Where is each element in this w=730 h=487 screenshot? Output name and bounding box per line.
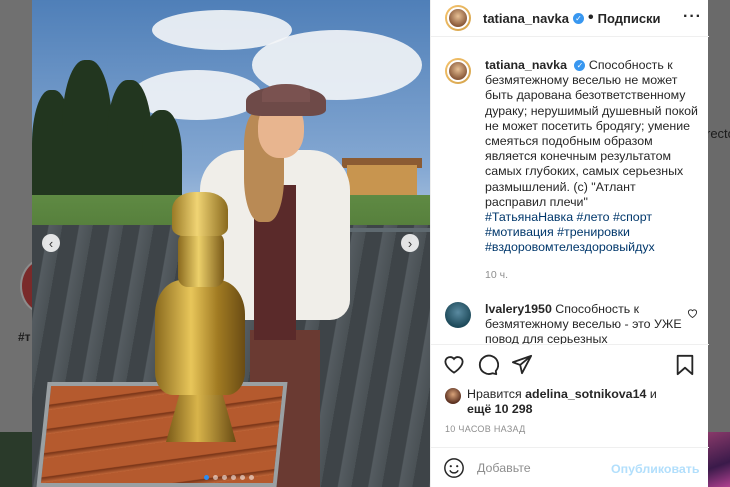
comment-text-block: lvalery1950 Способность к безмятежному в… (485, 302, 685, 344)
caption-username[interactable]: tatiana_navka (485, 58, 567, 72)
likes-prefix: Нравится (467, 387, 522, 401)
carousel-next-button[interactable]: › (401, 234, 419, 252)
background-left-text: #т (18, 330, 31, 344)
likes-conj: и (649, 387, 657, 401)
caption-hashtags[interactable]: #ТатьянаНавка #лето #спорт #мотивация #т… (485, 210, 699, 256)
verified-badge-icon: ✓ (574, 60, 586, 72)
post-details-panel: tatiana_navka ✓ • Подписки ··· tatiana_n… (430, 0, 709, 487)
photo-samovar-neck (178, 232, 224, 287)
photo-person-hat-crown (262, 84, 310, 102)
chevron-right-icon: › (407, 235, 413, 251)
comment-input[interactable] (477, 460, 607, 475)
bookmark-icon[interactable] (675, 354, 695, 381)
likes-user[interactable]: adelina_sotnikova14 (525, 387, 646, 401)
likes-text: Нравится adelina_sotnikova14 и ещё 10 29… (467, 387, 657, 418)
carousel-dots (204, 475, 254, 480)
photo-trees (32, 60, 192, 210)
likes-count[interactable]: ещё 10 298 (467, 402, 533, 416)
carousel-dot[interactable] (222, 475, 227, 480)
emoji-icon[interactable] (443, 457, 465, 479)
comment-item: lvalery1950 Способность к безмятежному в… (445, 302, 703, 344)
photo-samovar-body (155, 280, 245, 395)
post-header: tatiana_navka ✓ • Подписки ··· (431, 0, 709, 37)
action-bar (431, 344, 709, 384)
caption-time: 10 ч. (485, 268, 508, 281)
following-button[interactable]: Подписки (598, 11, 661, 26)
verified-badge-icon: ✓ (573, 12, 584, 24)
comment-avatar[interactable] (445, 302, 471, 328)
background-left-strip (0, 0, 34, 487)
carousel-prev-button[interactable]: ‹ (42, 234, 60, 252)
background-thumbnail-left (0, 432, 34, 487)
caption-avatar[interactable] (445, 58, 471, 84)
photo-table (36, 382, 288, 487)
post-date[interactable]: 10 ЧАСОВ НАЗАД (445, 424, 526, 434)
carousel-dot[interactable] (213, 475, 218, 480)
background-right-strip (706, 0, 730, 487)
chevron-left-icon: ‹ (48, 235, 54, 251)
photo-samovar-teapot (172, 192, 228, 236)
author-avatar[interactable] (445, 5, 471, 31)
background-thumbnail (706, 432, 730, 487)
caption-text-block: tatiana_navka ✓ Способность к безмятежно… (485, 58, 699, 283)
carousel-dot[interactable] (249, 475, 254, 480)
caption: tatiana_navka ✓ Способность к безмятежно… (445, 58, 703, 283)
caption-body: Способность к безмятежному веселью не мо… (485, 58, 698, 209)
author-username[interactable]: tatiana_navka (483, 11, 569, 26)
likes-avatar[interactable] (445, 388, 461, 404)
separator-dot: • (588, 9, 594, 26)
comment-icon[interactable] (477, 354, 500, 381)
ellipsis-icon[interactable]: ··· (683, 8, 702, 26)
comment-like-heart-icon[interactable] (687, 308, 698, 321)
background-right-text: recto (706, 126, 730, 141)
post-photo[interactable]: ‹ › (32, 0, 430, 487)
likes-summary: Нравится adelina_sotnikova14 и ещё 10 29… (445, 387, 657, 418)
heart-icon[interactable] (443, 354, 465, 379)
carousel-dot[interactable] (231, 475, 236, 480)
post-modal: ‹ › tatiana_navka ✓ • Подписки ··· tatia… (32, 0, 709, 487)
share-icon[interactable] (511, 354, 533, 380)
comment-username[interactable]: lvalery1950 (485, 302, 552, 316)
comment-box: Опубликовать (431, 447, 709, 487)
carousel-dot[interactable] (204, 475, 209, 480)
publish-button[interactable]: Опубликовать (611, 462, 699, 476)
carousel-dot[interactable] (240, 475, 245, 480)
photo-house (347, 165, 417, 197)
